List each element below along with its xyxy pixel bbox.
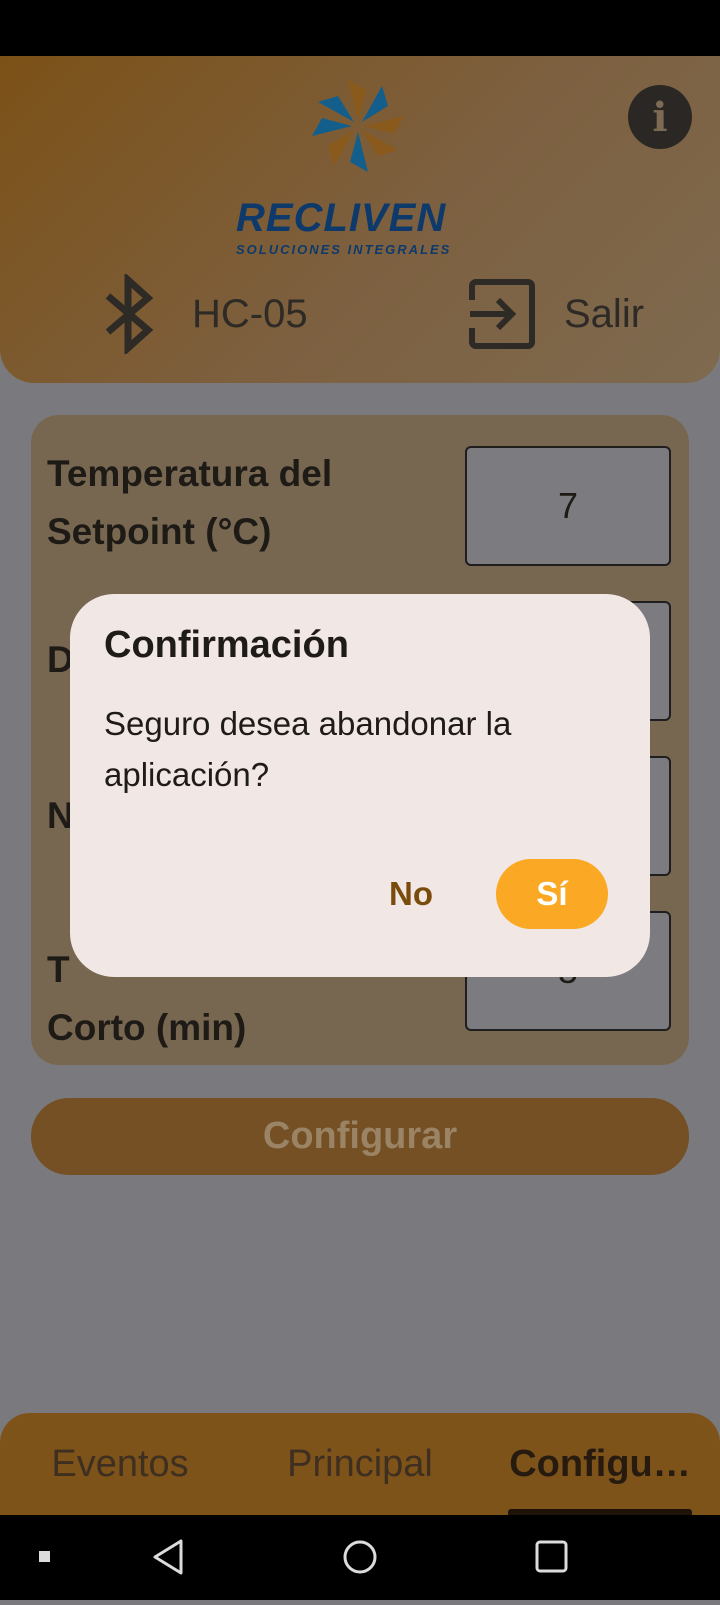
no-button[interactable]: No: [352, 859, 470, 929]
tab-eventos[interactable]: Eventos: [20, 1413, 220, 1515]
exit-button[interactable]: Salir: [466, 274, 644, 354]
back-icon: [153, 1539, 183, 1575]
bluetooth-icon: [105, 274, 154, 354]
configure-button[interactable]: Configurar: [31, 1098, 689, 1175]
field-4-label-bottom: Corto (min): [47, 1007, 247, 1048]
exit-icon: [469, 279, 535, 349]
confirmation-dialog: Confirmación Seguro desea abandonar la a…: [70, 594, 650, 977]
setpoint-input[interactable]: 7: [465, 446, 671, 566]
dialog-title: Confirmación: [104, 624, 349, 666]
brand-tagline: SOLUCIONES INTEGRALES: [236, 242, 452, 257]
brand-name: RECLIVEN: [236, 196, 447, 240]
bottom-tab-bar: Eventos Principal Configu…: [0, 1413, 720, 1515]
recliven-logo: RECLIVEN SOLUCIONES INTEGRALES: [228, 74, 498, 304]
exit-label: Salir: [564, 291, 645, 336]
info-icon: i: [652, 93, 668, 141]
tab-principal[interactable]: Principal: [260, 1413, 460, 1515]
field-4-label-top: T: [47, 949, 70, 990]
bluetooth-device[interactable]: HC-05: [102, 274, 308, 354]
info-button[interactable]: i: [628, 85, 692, 149]
system-nav-bar: [0, 1515, 720, 1600]
recent-dot-icon: [39, 1551, 50, 1562]
overview-icon: [535, 1540, 568, 1573]
app-header: RECLIVEN SOLUCIONES INTEGRALES i HC-05 S…: [0, 56, 720, 383]
yes-button[interactable]: Sí: [496, 859, 608, 929]
status-bar: [0, 0, 720, 56]
tab-configuracion[interactable]: Configu…: [500, 1413, 700, 1515]
home-icon: [343, 1540, 377, 1574]
logo-mark-icon: [312, 80, 404, 172]
system-nav-icons: [39, 1539, 568, 1575]
setpoint-label: Temperatura del Setpoint (°C): [47, 453, 333, 552]
dialog-message: Seguro desea abandonar la aplicación?: [104, 705, 512, 793]
bluetooth-device-label: HC-05: [192, 291, 308, 336]
